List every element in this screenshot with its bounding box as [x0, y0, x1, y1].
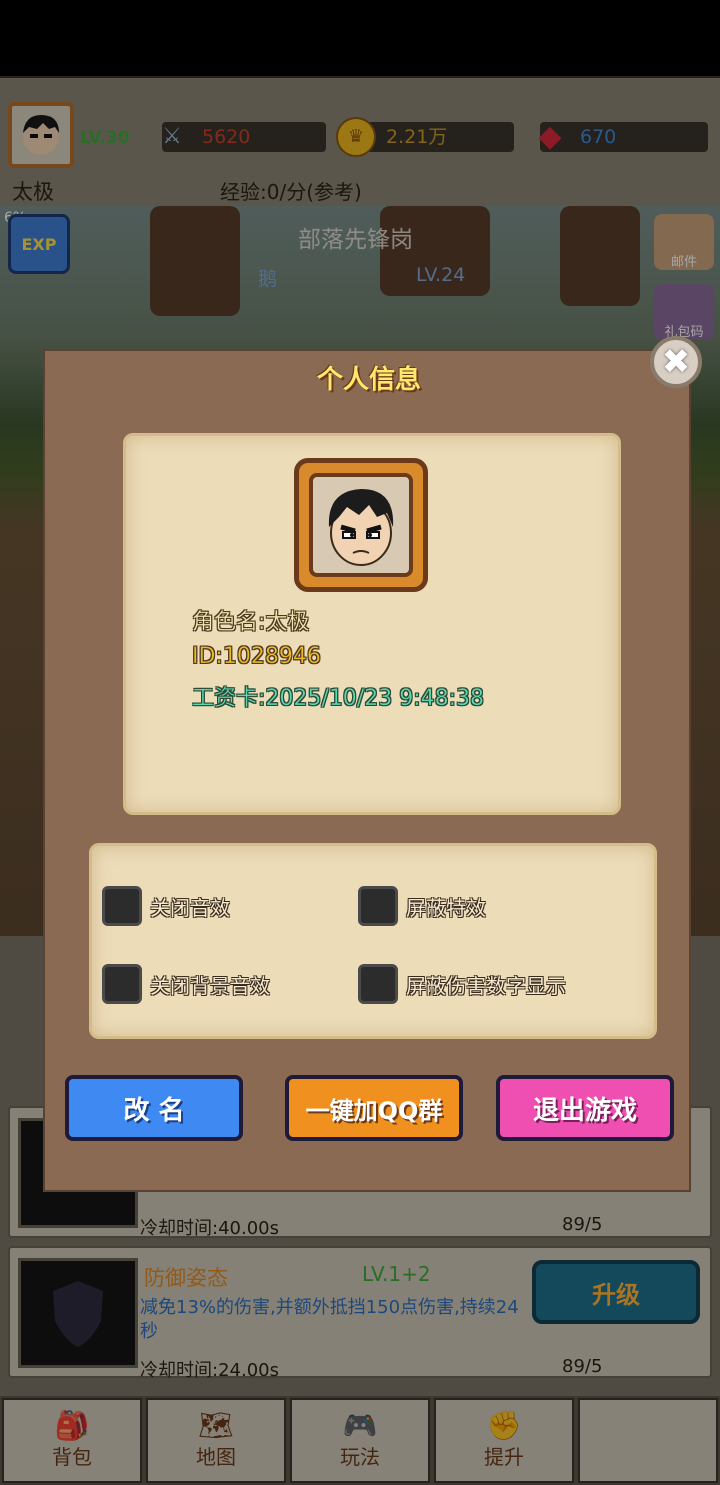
checkbox[interactable]: [102, 964, 142, 1004]
profile-info-panel: 角色名:太极 ID:1028946 工资卡:2025/10/23 9:48:38: [123, 433, 621, 815]
checkbox[interactable]: [102, 886, 142, 926]
quit-game-button[interactable]: 退出游戏: [496, 1075, 674, 1141]
close-icon[interactable]: ✖: [650, 336, 702, 388]
salary-card-time: 工资卡:2025/10/23 9:48:38: [192, 686, 485, 711]
profile-dialog: 个人信息 角色名:太极 ID:1028946 工资卡:2025/10/23 9:…: [43, 349, 691, 1192]
role-name: 角色名:太极: [192, 610, 310, 635]
option-label: 关闭音效: [150, 895, 230, 920]
option-label: 屏蔽伤害数字显示: [406, 973, 566, 998]
profile-avatar: [294, 458, 428, 592]
checkbox[interactable]: [358, 964, 398, 1004]
dialog-title: 个人信息: [316, 365, 421, 395]
option-mute-sfx[interactable]: 关闭音效: [102, 886, 230, 926]
option-label: 屏蔽特效: [406, 895, 486, 920]
settings-panel: 关闭音效 屏蔽特效 关闭背景音效 屏蔽伤害数字显示: [89, 843, 657, 1039]
game-screen: { "top_bar": { "level": "LV.30", "power"…: [0, 0, 720, 1485]
face-icon: [328, 489, 394, 566]
option-label: 关闭背景音效: [150, 973, 270, 998]
checkbox[interactable]: [358, 886, 398, 926]
player-id: ID:1028946: [192, 644, 321, 669]
rename-button[interactable]: 改 名: [65, 1075, 243, 1141]
option-hide-damage-numbers[interactable]: 屏蔽伤害数字显示: [358, 964, 566, 1004]
option-mute-bgm[interactable]: 关闭背景音效: [102, 964, 270, 1004]
option-hide-effects[interactable]: 屏蔽特效: [358, 886, 486, 926]
avatar-frame: [309, 473, 413, 577]
join-qq-group-button[interactable]: 一键加QQ群: [285, 1075, 463, 1141]
